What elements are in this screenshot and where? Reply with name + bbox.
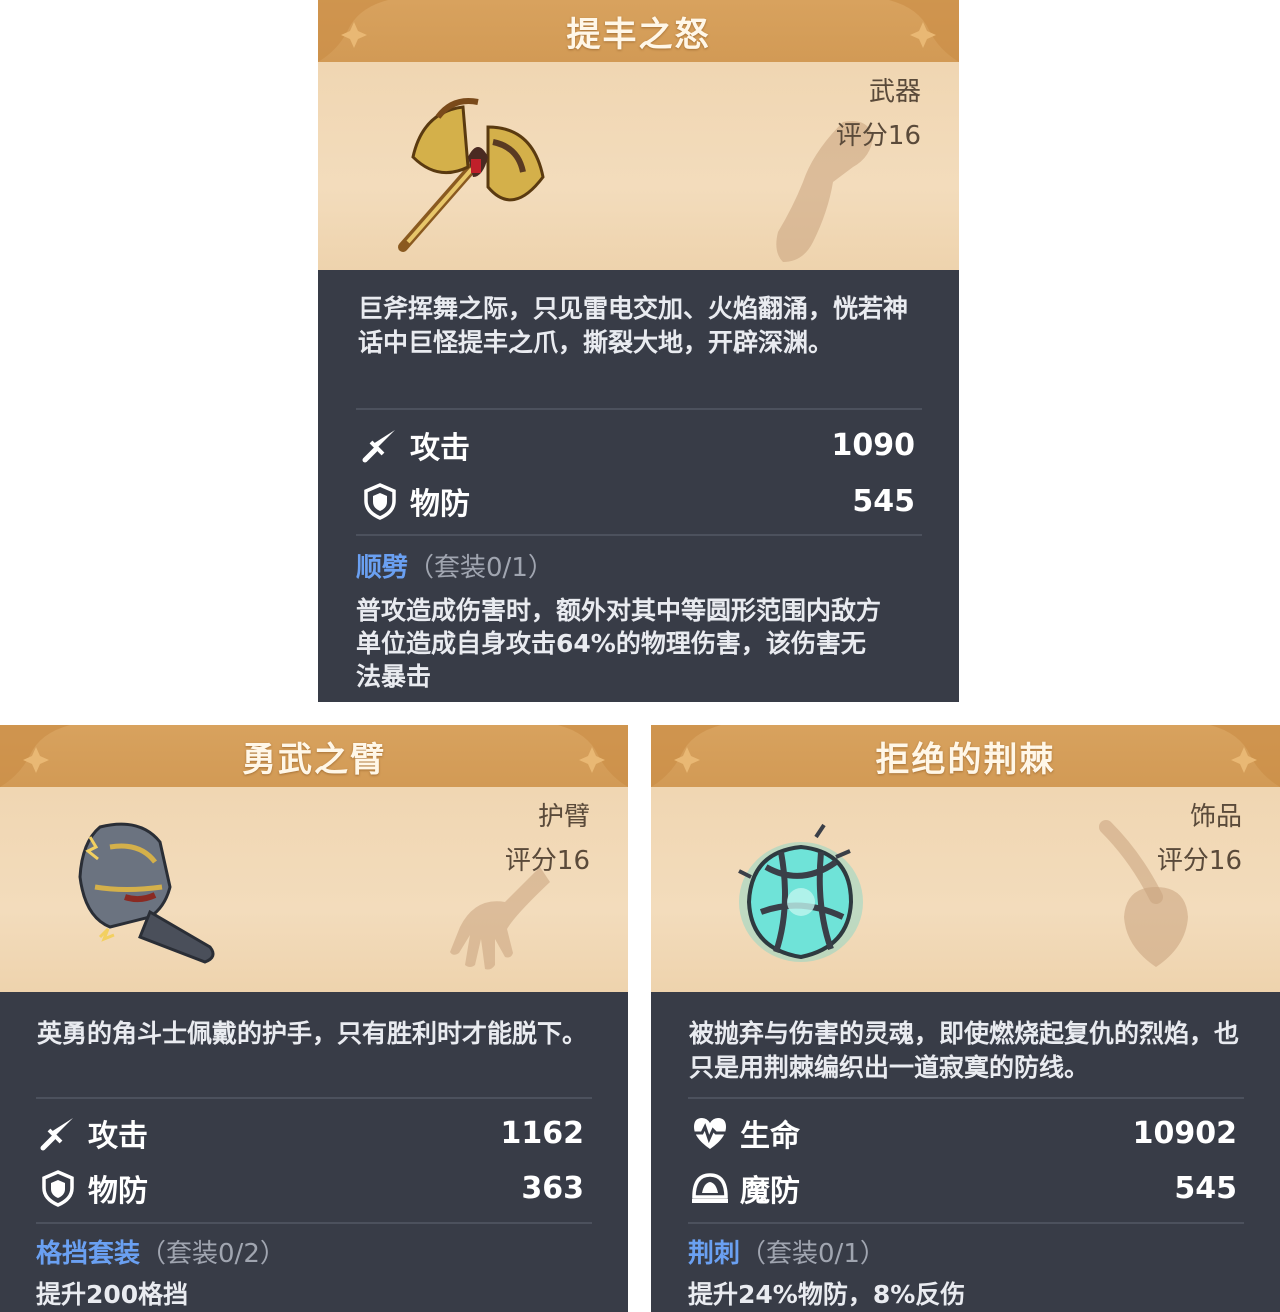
ornament-icon <box>0 725 70 787</box>
item-type: 武器 <box>868 77 921 107</box>
set-name: 荆刺 <box>688 1239 741 1269</box>
item-description: 英勇的角斗士佩戴的护手，只有胜利时才能脱下。 <box>37 1019 588 1048</box>
set-count: （套装0/2） <box>140 1239 286 1269</box>
shield-icon <box>36 1166 80 1210</box>
stat-value: 545 <box>852 483 915 519</box>
stat-label: 物防 <box>88 1174 148 1209</box>
ornament-icon <box>558 725 628 787</box>
ornament-icon <box>318 0 388 62</box>
divider <box>356 408 922 410</box>
stat-label: 魔防 <box>740 1174 800 1209</box>
stat-row-attack: 攻击 1162 <box>36 1108 584 1158</box>
item-hero-panel: 护臂 评分16 <box>0 787 628 992</box>
stat-label: 物防 <box>410 487 470 522</box>
stat-row-magic-defense: 魔防 545 <box>688 1163 1237 1213</box>
armored-gauntlet-icon <box>78 822 215 964</box>
heartbeat-icon <box>688 1111 732 1155</box>
item-title: 提丰之怒 <box>566 14 711 55</box>
item-description: 被抛弃与伤害的灵魂，即使燃烧起复仇的烈焰，也只是用荆棘编织出一道寂寞的防线。 <box>689 1019 1240 1082</box>
item-card-accessory: 拒绝的荆棘 饰品 评分16 被抛弃与伤害的灵魂，即使燃烧起复仇的烈焰，也只是用荆… <box>651 725 1280 1312</box>
set-name: 格挡套装 <box>36 1239 141 1269</box>
stat-row-physical-defense: 物防 363 <box>36 1163 584 1213</box>
item-score: 评分16 <box>835 121 921 151</box>
sword-icon <box>358 423 402 467</box>
item-title: 勇武之臂 <box>242 739 386 780</box>
card-title-bar: 勇武之臂 <box>0 725 628 787</box>
set-header: 顺劈（套装0/1） <box>356 550 554 586</box>
set-name: 顺劈 <box>356 553 409 583</box>
stat-label: 攻击 <box>410 431 470 466</box>
card-title-bar: 拒绝的荆棘 <box>651 725 1280 787</box>
item-hero-panel: 饰品 评分16 <box>651 787 1280 992</box>
ornament-icon <box>889 0 959 62</box>
thorn-wrapped-crystal-heart-icon <box>738 823 863 962</box>
stat-row-hp: 生命 10902 <box>688 1108 1237 1158</box>
divider <box>688 1222 1244 1224</box>
golden-battle-axe-icon <box>398 98 545 252</box>
ornament-icon <box>651 725 721 787</box>
item-card-armguard: 勇武之臂 护臂 评分16 英勇的角斗士佩戴的护手，只有胜利时才能脱下。 攻击 1… <box>0 725 628 1312</box>
set-header: 荆刺（套装0/1） <box>688 1236 886 1272</box>
item-score: 评分16 <box>504 846 590 876</box>
divider <box>688 1097 1244 1099</box>
set-count: （套装0/1） <box>408 553 554 583</box>
set-header: 格挡套装（套装0/2） <box>36 1236 286 1272</box>
stat-value: 363 <box>521 1170 584 1206</box>
item-title: 拒绝的荆棘 <box>875 739 1056 780</box>
item-type: 护臂 <box>537 802 590 832</box>
stat-label: 生命 <box>740 1119 800 1154</box>
divider <box>356 534 922 536</box>
set-count: （套装0/1） <box>740 1239 886 1269</box>
stat-value: 1090 <box>831 427 916 463</box>
card-title-bar: 提丰之怒 <box>318 0 959 62</box>
item-card-weapon: 提丰之怒 武器 评分16 巨斧挥舞之际，只见雷电交加、火焰翻涌，恍若神话中巨怪提… <box>318 0 959 702</box>
item-description: 巨斧挥舞之际，只见雷电交加、火焰翻涌，恍若神话中巨怪提丰之爪，撕裂大地，开辟深渊… <box>358 294 909 357</box>
divider <box>36 1097 592 1099</box>
stat-row-physical-defense: 物防 545 <box>358 476 915 526</box>
item-type: 饰品 <box>1189 802 1242 832</box>
set-effect: 提升200格挡 <box>36 1280 189 1309</box>
ornament-icon <box>1210 725 1280 787</box>
stat-value: 10902 <box>1132 1115 1237 1151</box>
set-effect: 提升24%物防，8%反伤 <box>688 1280 966 1309</box>
stat-value: 1162 <box>500 1115 585 1151</box>
stat-value: 545 <box>1174 1170 1237 1206</box>
set-effect: 普攻造成伤害时，额外对其中等圆形范围内敌方单位造成自身攻击64%的物理伤害，该伤… <box>356 596 882 691</box>
sword-icon <box>36 1111 80 1155</box>
stat-row-attack: 攻击 1090 <box>358 420 915 470</box>
shield-icon <box>358 479 402 523</box>
stat-label: 攻击 <box>88 1119 148 1154</box>
item-hero-panel: 武器 评分16 <box>318 62 959 270</box>
magic-defense-icon <box>688 1166 732 1210</box>
divider <box>36 1222 592 1224</box>
item-score: 评分16 <box>1156 846 1242 876</box>
